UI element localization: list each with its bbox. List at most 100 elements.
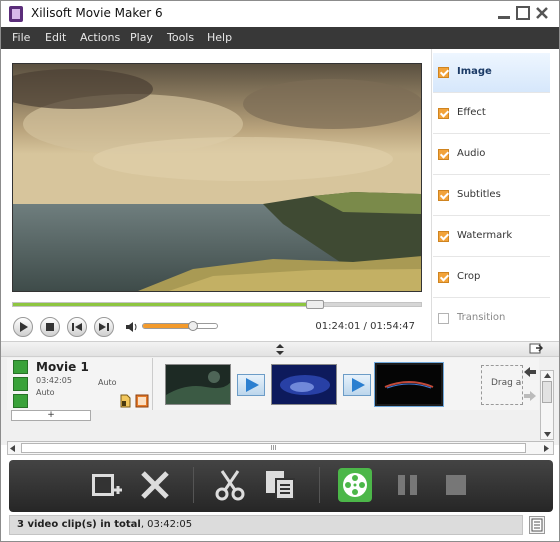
checkbox[interactable] (438, 149, 449, 160)
status-text: 3 video clip(s) in total, 03:42:05 (17, 519, 192, 530)
clip-edit-button[interactable] (263, 467, 297, 503)
video-mode-auto: Auto (98, 378, 117, 387)
transition-marker[interactable] (343, 374, 371, 396)
movie-title[interactable]: Movie 1 (36, 360, 89, 374)
audio-mode-auto: Auto (36, 388, 55, 397)
stop-button[interactable] (439, 467, 473, 503)
add-video-button[interactable] (89, 467, 123, 503)
scroll-down-icon[interactable] (544, 432, 551, 437)
log-button[interactable] (529, 516, 545, 534)
seek-thumb[interactable] (305, 300, 324, 309)
sidebar-item-subtitles[interactable]: Subtitles (433, 176, 550, 216)
window-title: Xilisoft Movie Maker 6 (31, 6, 163, 20)
sidebar-item-watermark[interactable]: Watermark (433, 217, 550, 257)
checkbox[interactable] (438, 272, 449, 283)
scissors-icon (215, 470, 245, 501)
menu-play[interactable]: Play (130, 31, 153, 44)
sidebar-item-crop[interactable]: Crop (433, 258, 550, 298)
menu-actions[interactable]: Actions (80, 31, 120, 44)
menu-tools[interactable]: Tools (167, 31, 194, 44)
skip-back-icon (72, 323, 82, 331)
scroll-right-icon[interactable] (544, 445, 549, 452)
main-window: Xilisoft Movie Maker 6 File Edit Actions… (0, 0, 560, 542)
landscape-frame-image (13, 64, 421, 291)
timeline-horizontal-scrollbar[interactable]: III (7, 441, 554, 455)
title-bar: Xilisoft Movie Maker 6 (1, 1, 559, 27)
document-list-icon (531, 518, 543, 532)
stop-icon (446, 475, 466, 495)
arrow-right-icon[interactable] (524, 391, 536, 401)
movie-duration: 03:42:05 (36, 376, 72, 385)
delete-icon (141, 471, 169, 499)
timeline-vertical-scrollbar[interactable] (540, 370, 554, 440)
menu-edit[interactable]: Edit (45, 31, 66, 44)
play-icon (20, 322, 28, 332)
checkbox[interactable] (438, 67, 449, 78)
previous-button[interactable] (67, 317, 87, 337)
sidebar-item-image[interactable]: Image (433, 53, 550, 93)
delete-button[interactable] (138, 467, 172, 503)
sidebar-item-label: Subtitles (457, 189, 501, 200)
time-display: 01:24:01 / 01:54:47 (315, 321, 415, 332)
clip-thumbnail-selected[interactable] (375, 363, 443, 406)
minimize-icon[interactable] (496, 5, 512, 21)
resize-arrows-icon (276, 344, 284, 355)
clip-count: 3 video clip(s) in total (17, 519, 141, 530)
app-logo-icon (9, 6, 23, 22)
transition-marker[interactable] (237, 374, 265, 396)
menu-bar: File Edit Actions Play Tools Help (1, 27, 559, 49)
sidebar-item-audio[interactable]: Audio (433, 135, 550, 175)
panel-splitter[interactable] (1, 341, 559, 357)
add-movie-button[interactable]: + (11, 410, 91, 421)
sidebar-item-effect[interactable]: Effect (433, 94, 550, 134)
close-icon[interactable] (534, 5, 550, 21)
sidebar-item-label: Watermark (457, 230, 513, 241)
clip-edit-icon (266, 471, 295, 500)
checkbox[interactable] (438, 108, 449, 119)
scroll-up-icon[interactable] (544, 373, 551, 378)
checkbox[interactable] (438, 231, 449, 242)
seek-progress-fill (13, 303, 315, 306)
sidebar-item-label: Transition (457, 312, 506, 323)
sidebar-item-label: Effect (457, 107, 486, 118)
next-button[interactable] (94, 317, 114, 337)
seek-bar[interactable] (12, 300, 422, 309)
pause-button[interactable] (391, 467, 425, 503)
arrow-left-icon[interactable] (524, 367, 536, 377)
expand-panel-icon[interactable] (529, 343, 543, 355)
film-reel-icon (338, 468, 372, 502)
cut-button[interactable] (213, 467, 247, 503)
sidebar-item-label: Crop (457, 271, 481, 282)
volume-fill (143, 324, 192, 328)
film-icon (13, 360, 28, 374)
maximize-icon[interactable] (515, 5, 531, 21)
drag-drop-zone[interactable]: Drag a (481, 365, 523, 405)
clip-thumbnail[interactable] (165, 364, 231, 405)
pause-icon (398, 475, 417, 495)
audio-file-icon[interactable] (119, 394, 131, 408)
menu-help[interactable]: Help (207, 31, 232, 44)
volume-thumb[interactable] (188, 321, 198, 331)
scroll-thumb[interactable] (542, 381, 552, 403)
stop-square-icon (46, 323, 54, 331)
film-strip-icon[interactable] (135, 394, 149, 408)
audio-track-icon (13, 377, 28, 391)
checkbox[interactable] (438, 313, 449, 324)
stop-playback-button[interactable] (40, 317, 60, 337)
volume-icon[interactable] (125, 321, 139, 333)
scroll-left-icon[interactable] (10, 445, 15, 452)
subtitle-track-icon (13, 394, 28, 408)
checkbox[interactable] (438, 190, 449, 201)
clip-thumbnail[interactable] (271, 364, 337, 405)
menu-file[interactable]: File (12, 31, 30, 44)
clip-frame-image (272, 365, 336, 404)
sidebar-item-label: Audio (457, 148, 486, 159)
play-button[interactable] (13, 317, 33, 337)
skip-forward-icon (99, 323, 109, 331)
volume-slider[interactable] (142, 323, 218, 329)
toolbar-separator (193, 467, 194, 503)
scroll-thumb[interactable]: III (21, 443, 526, 453)
clip-frame-image (377, 365, 441, 404)
sidebar-item-transition[interactable]: Transition (433, 299, 550, 339)
convert-button[interactable] (337, 467, 372, 503)
